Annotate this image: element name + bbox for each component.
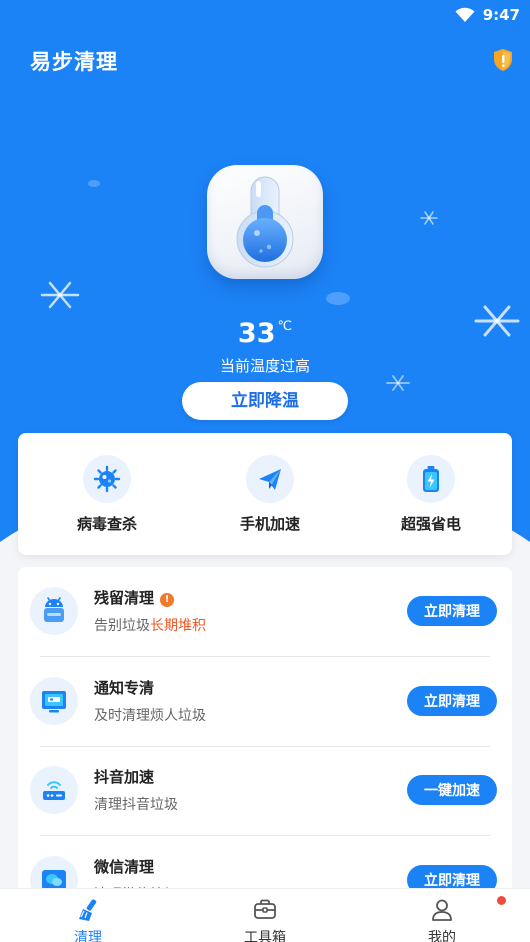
notification-icon <box>30 677 78 725</box>
residual-clean-button[interactable]: 立即清理 <box>407 596 497 626</box>
quick-action-label: 病毒查杀 <box>76 515 137 533</box>
status-time: 9:47 <box>482 6 520 24</box>
list-item-notification-clean: 通知专清 及时清理烦人垃圾 立即清理 <box>18 657 512 747</box>
feature-list: 残留清理! 告别垃圾长期堆积 立即清理 通知专清 及时清理烦人垃圾 立即清理 抖… <box>18 567 512 907</box>
tab-clean[interactable]: 清理 <box>48 897 128 942</box>
notification-dot <box>497 896 506 905</box>
tab-mine[interactable]: 我的 <box>402 897 482 942</box>
tab-label: 我的 <box>428 930 456 942</box>
app-title: 易步清理 <box>30 50 118 74</box>
temperature-unit: ℃ <box>277 319 293 334</box>
quick-action-virus-scan[interactable]: 病毒查杀 <box>47 455 167 534</box>
toolbox-icon <box>254 899 276 919</box>
shield-alert-icon[interactable] <box>492 48 514 72</box>
list-item-title: 残留清理! <box>94 587 175 608</box>
list-item-title: 通知专清 <box>94 679 155 697</box>
tab-label: 清理 <box>74 930 102 942</box>
temperature-status: 当前温度过高 <box>219 357 310 375</box>
quick-action-label: 手机加速 <box>239 515 300 533</box>
subtitle-highlight: 长期堆积 <box>150 618 206 634</box>
paper-plane-icon <box>246 455 294 503</box>
user-icon <box>432 899 452 921</box>
list-item-title: 抖音加速 <box>94 768 155 786</box>
list-item-subtitle: 及时清理烦人垃圾 <box>94 708 206 724</box>
quick-action-label: 超强省电 <box>400 515 461 533</box>
notification-clean-button[interactable]: 立即清理 <box>407 686 497 716</box>
router-icon <box>30 766 78 814</box>
list-item-title: 微信清理 <box>94 858 155 876</box>
tab-toolbox[interactable]: 工具箱 <box>225 897 305 942</box>
decor-bubble <box>326 292 350 305</box>
quick-action-power-saving[interactable]: 超强省电 <box>371 455 491 534</box>
quick-actions-card: 病毒查杀 手机加速 超强省电 <box>18 433 512 555</box>
douyin-boost-button[interactable]: 一键加速 <box>407 775 497 805</box>
thermometer-tile[interactable] <box>207 165 323 279</box>
quick-action-phone-boost[interactable]: 手机加速 <box>210 455 330 534</box>
broom-icon <box>79 899 97 921</box>
tab-label: 工具箱 <box>244 930 286 942</box>
status-bar: 9:47 <box>0 0 530 32</box>
thermometer-icon <box>236 176 294 268</box>
alert-badge: ! <box>160 593 175 607</box>
decor-bubble <box>88 180 100 187</box>
android-icon <box>30 587 78 635</box>
bottom-tab-bar: 清理 工具箱 我的 <box>0 888 530 942</box>
cool-down-button[interactable]: 立即降温 <box>182 382 348 420</box>
list-item-douyin-boost: 抖音加速 清理抖音垃圾 一键加速 <box>18 746 512 836</box>
temperature-value: 33 <box>237 318 276 349</box>
wifi-icon <box>455 7 475 22</box>
snowflake-icon <box>386 375 410 391</box>
snowflake-icon <box>420 211 438 225</box>
virus-icon <box>83 455 131 503</box>
list-item-subtitle: 告别垃圾长期堆积 <box>94 618 206 634</box>
list-item-subtitle: 清理抖音垃圾 <box>94 797 178 813</box>
battery-icon <box>407 455 455 503</box>
temperature-display: 33 ℃ <box>0 318 530 349</box>
snowflake-icon <box>40 281 80 309</box>
list-item-residual-clean: 残留清理! 告别垃圾长期堆积 立即清理 <box>18 567 512 657</box>
